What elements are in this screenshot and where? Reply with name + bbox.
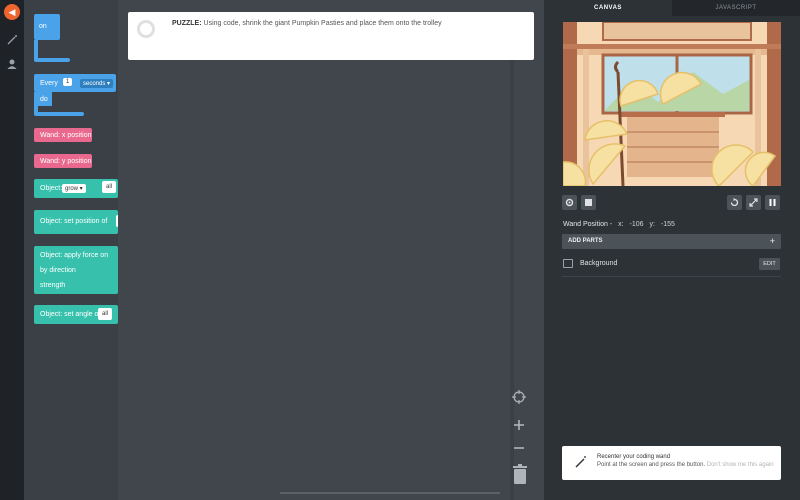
strength-label: strength	[40, 282, 66, 289]
wand-position-label: Wand Position -	[563, 221, 613, 228]
apply-force-block[interactable]: Object: apply force on by direction stre…	[34, 246, 118, 294]
by-direction-label: by direction	[40, 267, 76, 274]
wand-x-label: Wand: x position	[40, 132, 92, 139]
game-canvas[interactable]	[563, 22, 781, 186]
wand-position-readout: Wand Position - x: -106 y: -155	[563, 221, 675, 228]
wand-x-label: x:	[618, 221, 624, 228]
magic-wand-icon	[575, 456, 586, 468]
fullscreen-button[interactable]	[746, 195, 761, 210]
set-position-label: Object: set position of	[40, 218, 108, 225]
do-label: do	[40, 96, 48, 103]
puzzle-prefix: PUZZLE:	[172, 20, 202, 27]
background-thumbnail-icon	[563, 259, 573, 268]
puzzle-text: PUZZLE: Using code, shrink the giant Pum…	[172, 20, 442, 27]
wand-x-position-block[interactable]: Wand: x position	[34, 128, 92, 142]
every-label: Every	[40, 80, 58, 87]
on-block-foot	[34, 58, 70, 62]
user-icon[interactable]	[6, 58, 18, 70]
toast-body-text: Point at the screen and press the button…	[597, 462, 706, 468]
pause-icon	[769, 199, 776, 206]
wand-y-label: Wand: y position	[40, 158, 92, 165]
every-block[interactable]: Every 1 seconds ▾	[34, 74, 116, 92]
tab-canvas[interactable]: CANVAS	[544, 0, 672, 16]
app: ◀ on Every 1 seconds ▾ do Wand: x positi…	[0, 0, 800, 500]
set-angle-block[interactable]: Object: set angle of all	[34, 305, 118, 324]
set-angle-target-field[interactable]: all	[98, 308, 113, 320]
screenshot-button[interactable]	[581, 195, 596, 210]
every-unit-label: seconds	[83, 81, 106, 87]
every-unit-dropdown[interactable]: seconds ▾	[80, 79, 114, 88]
app-logo-icon[interactable]: ◀	[4, 4, 20, 20]
on-event-block[interactable]: on	[34, 14, 60, 40]
wand-y-label: y:	[649, 221, 655, 228]
pause-button[interactable]	[765, 195, 780, 210]
parts-divider	[562, 276, 781, 277]
restart-button[interactable]	[727, 195, 742, 210]
restart-icon	[730, 198, 739, 207]
progress-ring-icon	[137, 20, 155, 38]
code-workspace[interactable]: PUZZLE: Using code, shrink the giant Pum…	[118, 0, 544, 500]
panel-tabs: CANVAS JAVASCRIPT	[544, 0, 800, 16]
background-label: Background	[580, 260, 618, 267]
set-angle-label: Object: set angle of	[40, 311, 101, 318]
block-palette: on Every 1 seconds ▾ do Wand: x position…	[24, 0, 118, 500]
zoom-out-icon[interactable]	[512, 441, 526, 455]
grow-label: grow	[65, 186, 79, 192]
grow-dropdown[interactable]: grow ▾	[62, 184, 86, 193]
on-block-arm	[34, 40, 38, 60]
recenter-icon[interactable]	[512, 390, 526, 404]
wand-x-value: -106	[629, 221, 644, 228]
image-icon	[585, 199, 592, 206]
add-parts-button[interactable]: ADD PARTS +	[562, 234, 781, 249]
left-rail: ◀	[0, 0, 24, 500]
zoom-in-icon[interactable]	[512, 418, 526, 432]
wand-y-position-block[interactable]: Wand: y position	[34, 154, 92, 168]
gear-icon	[565, 198, 574, 207]
every-do-slot: do	[34, 92, 52, 106]
edit-background-button[interactable]: EDIT	[759, 258, 780, 270]
background-part-row[interactable]: Background EDIT	[562, 257, 781, 273]
add-parts-label: ADD PARTS	[568, 238, 603, 244]
on-label: on	[39, 23, 47, 30]
set-position-block[interactable]: Object: set position of all	[34, 210, 118, 234]
expand-icon	[749, 198, 758, 207]
toast-title: Recenter your coding wand	[597, 454, 671, 460]
tab-javascript[interactable]: JAVASCRIPT	[672, 0, 800, 16]
recenter-wand-toast: Recenter your coding wand Point at the s…	[562, 446, 781, 480]
trash-icon[interactable]	[512, 464, 528, 484]
toast-body: Point at the screen and press the button…	[597, 462, 774, 468]
apply-force-label: Object: apply force on	[40, 252, 109, 259]
every-value-field[interactable]: 1	[63, 78, 73, 86]
puzzle-description: Using code, shrink the giant Pumpkin Pas…	[203, 20, 442, 27]
workspace-horizontal-scrollbar[interactable]	[280, 492, 500, 494]
right-panel: CANVAS JAVASCRIPT Wand Position - x: -10…	[544, 0, 800, 500]
every-block-foot	[34, 112, 84, 116]
settings-button[interactable]	[562, 195, 577, 210]
grow-target-field[interactable]: all	[102, 181, 117, 193]
workspace-vertical-scrollbar[interactable]	[510, 60, 514, 500]
puzzle-card: PUZZLE: Using code, shrink the giant Pum…	[128, 12, 534, 60]
plus-icon: +	[769, 236, 775, 246]
wand-y-value: -155	[660, 221, 675, 228]
toast-dismiss-link[interactable]: Don't show me this again	[707, 462, 774, 468]
wand-icon[interactable]	[6, 34, 18, 46]
object-label: Object:	[40, 185, 63, 192]
object-grow-block[interactable]: Object: grow ▾ all	[34, 179, 118, 198]
